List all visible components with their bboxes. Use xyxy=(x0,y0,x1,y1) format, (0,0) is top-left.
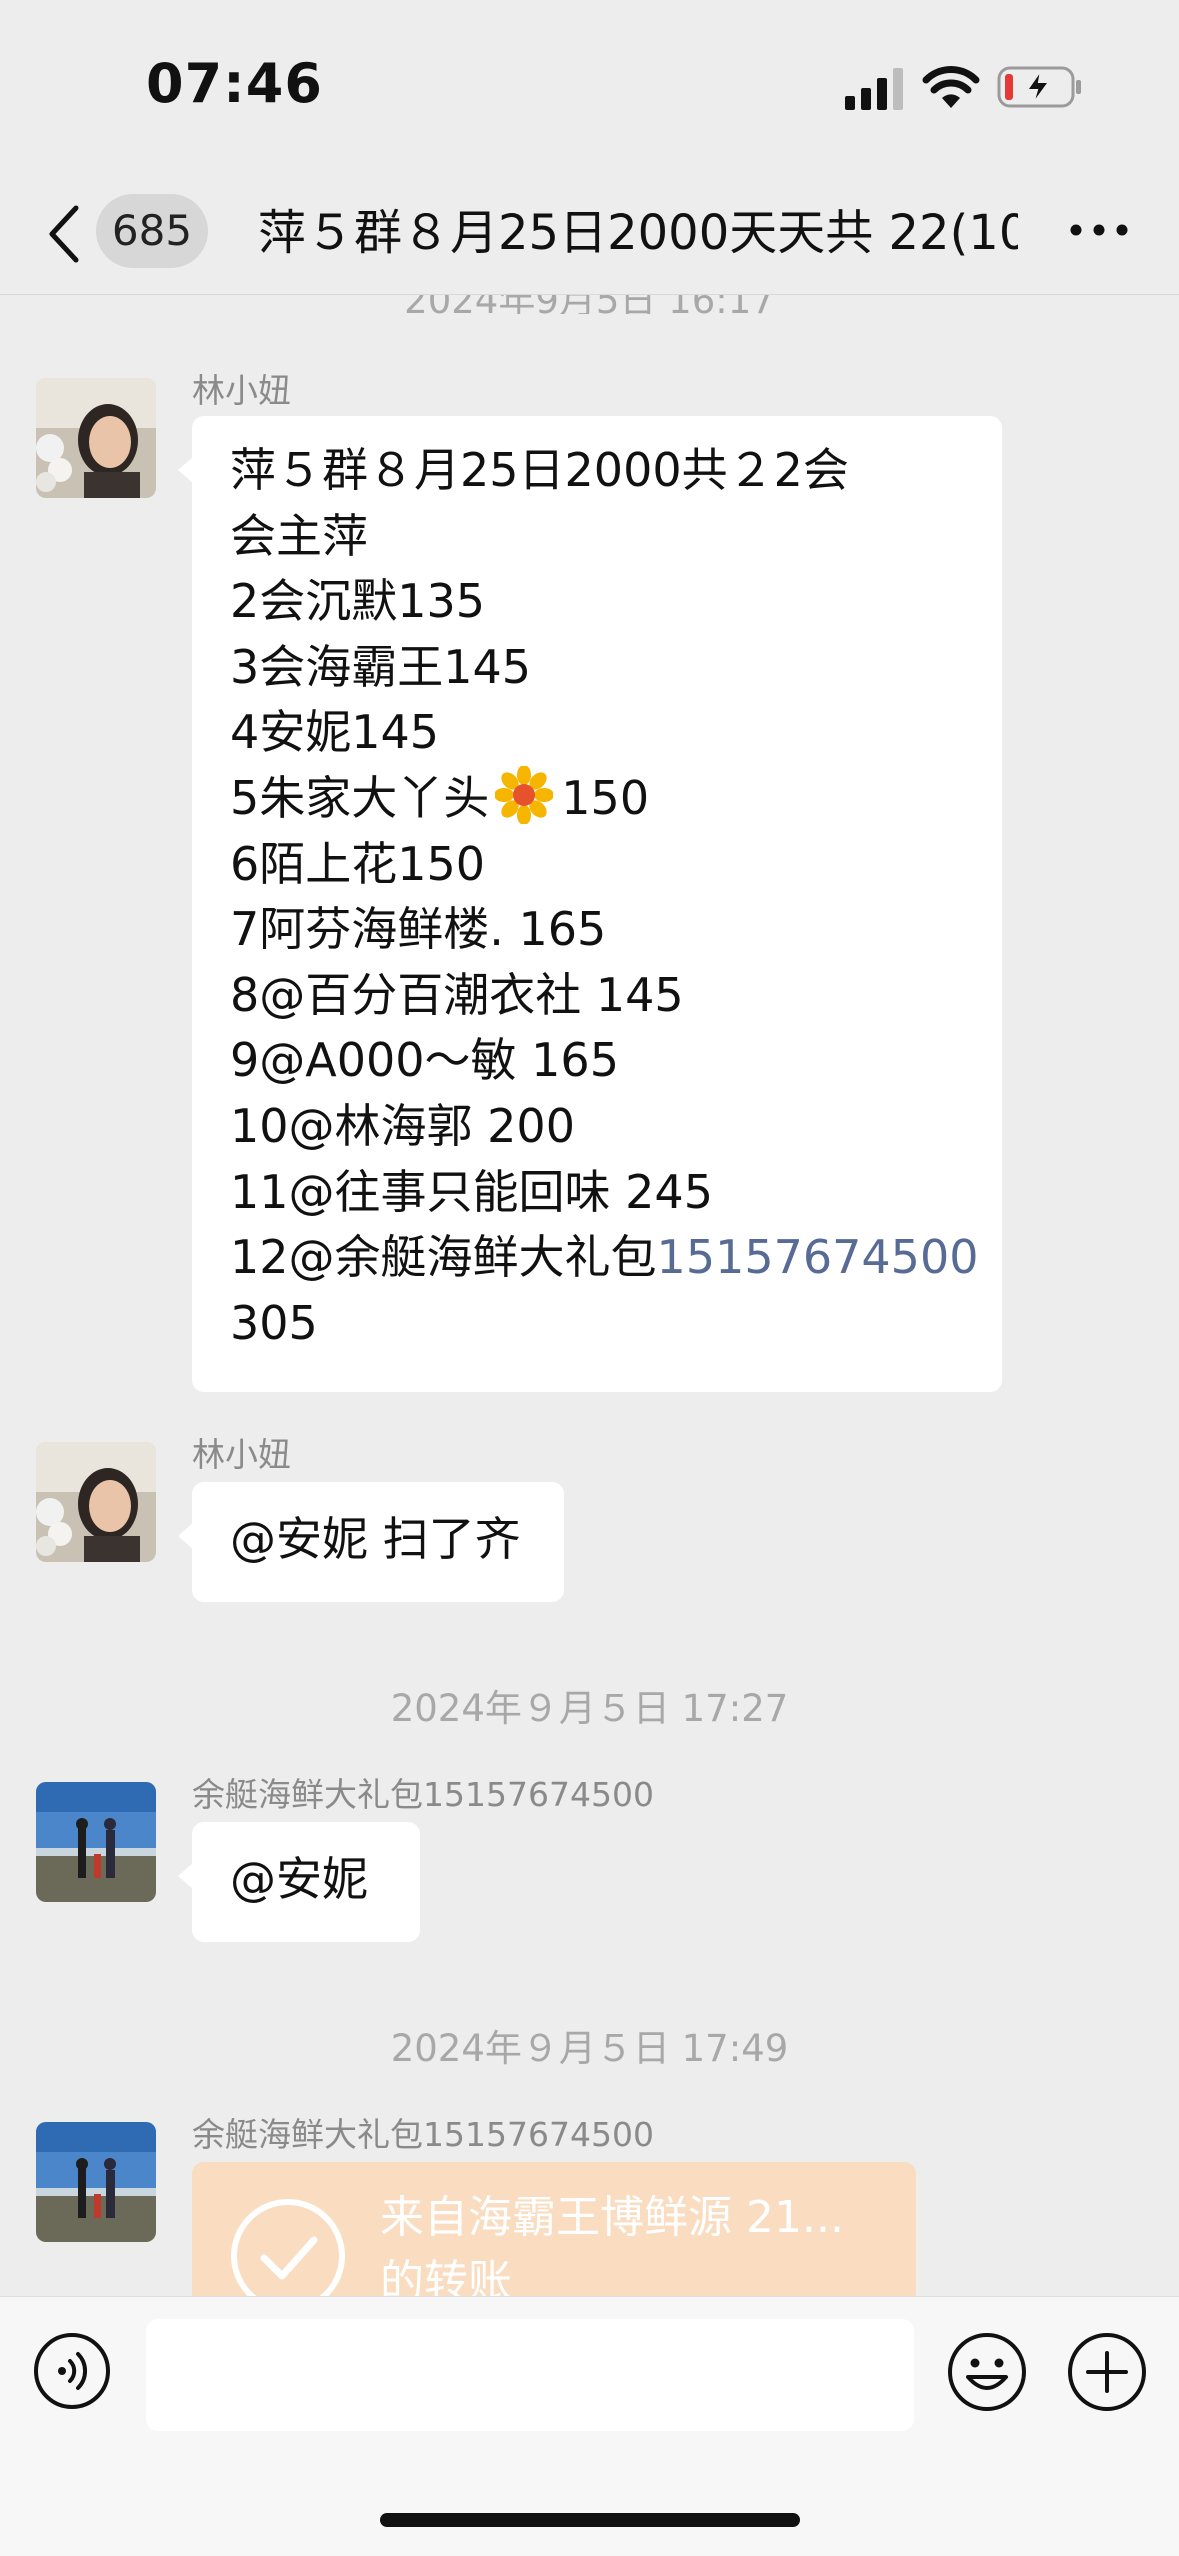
cellular-signal-icon xyxy=(845,68,903,110)
plus-icon[interactable] xyxy=(1066,2331,1148,2413)
message-line: 6陌上花150 xyxy=(230,836,486,891)
sender-name: 林小妞 xyxy=(192,1435,291,1474)
avatar-photo xyxy=(36,1442,156,1562)
check-circle-icon xyxy=(231,2199,345,2312)
status-bar: 07:46 xyxy=(0,0,1179,170)
home-indicator xyxy=(380,2513,800,2527)
message-bubble[interactable]: @安妮 扫了齐 xyxy=(178,1482,564,1602)
chat-screen: 07:46 685 萍５群８月25日2000天天共 22(10) 2024年9月… xyxy=(0,0,1179,2556)
message-line: 8@百分百潮衣社 145 xyxy=(230,967,684,1022)
message-line: 10@林海郭 200 xyxy=(230,1098,575,1153)
phone-number-link[interactable]: 15157674500 xyxy=(657,1230,979,1284)
chevron-left-icon[interactable] xyxy=(40,198,90,270)
avatar[interactable] xyxy=(36,2122,156,2242)
more-dots-icon[interactable] xyxy=(1064,200,1134,260)
sender-name: 余艇海鲜大礼包15157674500 xyxy=(192,1775,654,1814)
message-line: 会主萍 xyxy=(230,508,368,563)
voice-icon[interactable] xyxy=(32,2331,112,2411)
message-line: 305 xyxy=(230,1295,318,1350)
avatar-photo xyxy=(36,378,156,498)
avatar[interactable] xyxy=(36,378,156,498)
input-bar xyxy=(0,2296,1179,2556)
sender-name: 余艇海鲜大礼包15157674500 xyxy=(192,2115,654,2154)
emoji-icon[interactable] xyxy=(946,2331,1028,2413)
timestamp: 2024年９月５日 17:49 xyxy=(390,2027,789,2070)
message-line: 9@A000～敏 165 xyxy=(230,1033,619,1088)
chat-title: 萍５群８月25日2000天天共 22(10) xyxy=(258,205,1018,261)
message-line: 5朱家大丫头 150 xyxy=(230,765,964,832)
message-text: 5朱家大丫头 xyxy=(230,770,490,825)
message-text: @安妮 xyxy=(230,1852,368,1906)
message-line: 7阿芬海鲜楼. 165 xyxy=(230,902,607,957)
message-text: 12@余艇海鲜大礼包 xyxy=(230,1230,657,1285)
message-bubble[interactable]: 萍５群８月25日2000共２2会 会主萍 2会沉默135 3会海霸王145 4安… xyxy=(178,416,1002,1392)
transfer-title: 来自海霸王博鲜源 21... xyxy=(380,2192,844,2243)
avatar[interactable] xyxy=(36,1442,156,1562)
battery-charging-icon xyxy=(997,66,1081,108)
wifi-icon xyxy=(922,66,980,108)
message-line: 3会海霸王145 xyxy=(230,639,532,694)
nav-bar: 685 萍５群８月25日2000天天共 22(10) xyxy=(0,170,1179,295)
message-text: 150 xyxy=(561,770,650,825)
message-line: 2会沉默135 xyxy=(230,574,486,629)
message-line: 萍５群８月25日2000共２2会 xyxy=(230,443,849,497)
avatar-photo xyxy=(36,1782,156,1902)
message-line: 12@余艇海鲜大礼包15157674500 xyxy=(230,1225,978,1291)
timestamp: 2024年９月５日 17:27 xyxy=(390,1687,789,1730)
message-line: 11@往事只能回味 245 xyxy=(230,1164,713,1219)
sender-name: 林小妞 xyxy=(192,371,291,410)
avatar[interactable] xyxy=(36,1782,156,1902)
avatar-photo xyxy=(36,2122,156,2242)
message-line: 4安妮145 xyxy=(230,705,440,760)
message-bubble[interactable]: @安妮 xyxy=(178,1822,420,1942)
sunflower-emoji-icon xyxy=(495,765,554,824)
transfer-card[interactable]: 来自海霸王博鲜源 21... 的转账 xyxy=(192,2162,916,2312)
message-input[interactable] xyxy=(146,2319,914,2431)
message-text: @安妮 扫了齐 xyxy=(230,1512,521,1566)
unread-count-badge[interactable]: 685 xyxy=(96,194,208,268)
status-time: 07:46 xyxy=(146,52,323,115)
